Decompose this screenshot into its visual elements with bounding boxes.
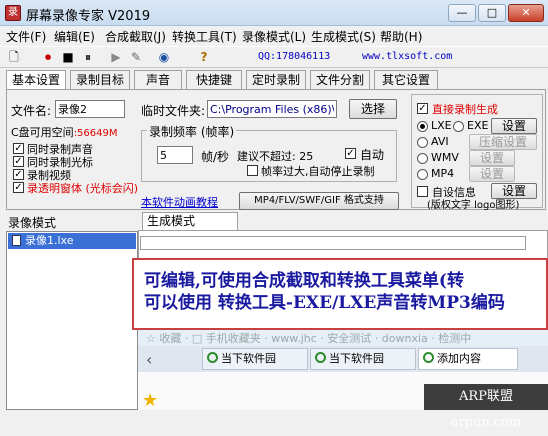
disk-space-value: :56649M: [73, 128, 118, 139]
temp-folder-label: 临时文件夹:: [141, 104, 206, 118]
browser-tab-3[interactable]: 添加内容: [418, 348, 518, 370]
close-button[interactable]: ✕: [508, 4, 544, 22]
compress-settings-button[interactable]: 压缩设置: [469, 134, 537, 150]
tab-generate-mode[interactable]: 生成模式: [142, 212, 238, 231]
browser-tab-2[interactable]: 当下软件园: [310, 348, 416, 370]
max-fps-hint: 建议不超过: 25: [237, 150, 314, 163]
tab-record-target[interactable]: 录制目标: [70, 70, 130, 90]
format-support-button[interactable]: MP4/FLV/SWF/GIF 格式支持: [239, 192, 399, 210]
help-icon[interactable]: ?: [196, 49, 212, 65]
avi-radio[interactable]: [417, 137, 428, 148]
fps-unit: 帧/秒: [201, 150, 230, 164]
lxe-radio[interactable]: [417, 121, 428, 132]
back-icon[interactable]: ‹: [146, 350, 152, 369]
lxe-settings-button[interactable]: 设置: [491, 118, 537, 134]
exe-label: EXE: [467, 119, 489, 132]
auto-stop-checkbox[interactable]: [247, 165, 258, 176]
browser-tab-icon: [207, 352, 218, 363]
wmv-label: WMV: [431, 151, 459, 164]
watermark: ARP联盟 arpun.com: [424, 384, 548, 430]
direct-generate-label: 直接录制生成: [432, 103, 498, 116]
title-bar: 录 屏幕录像专家 V2019 — □ ✕: [0, 0, 548, 26]
settings-panel: 文件名: 临时文件夹: 选择 C盘可用空间:56649M ✓ 同时录制声音 ✓ …: [6, 89, 546, 211]
window-title: 屏幕录像专家 V2019: [26, 9, 151, 24]
record-list-label: 录像模式: [8, 216, 57, 230]
tab-other-settings[interactable]: 其它设置: [374, 70, 438, 90]
transparent-window-checkbox[interactable]: ✓: [13, 182, 24, 193]
tab-sound[interactable]: 声音: [134, 70, 182, 90]
menu-compose-cut[interactable]: 合成截取(J): [105, 28, 166, 45]
new-file-icon[interactable]: 🗋: [6, 49, 22, 65]
tutorial-link[interactable]: 本软件动画教程: [141, 194, 218, 210]
choose-folder-button[interactable]: 选择: [349, 99, 397, 119]
pause-icon[interactable]: ⏸: [80, 49, 96, 65]
tab-hotkeys[interactable]: 快捷键: [186, 70, 242, 90]
file-icon: [12, 235, 21, 246]
menu-edit[interactable]: 编辑(E): [54, 28, 95, 45]
info-message-line-2: 可以使用 转换工具-EXE/LXE声音转MP3编码: [144, 293, 505, 313]
record-cursor-checkbox[interactable]: ✓: [13, 156, 24, 167]
record-list: 录像1.lxe: [6, 231, 138, 410]
mp4-radio[interactable]: [417, 169, 428, 180]
info-message-box: 可编辑,可使用合成截取和转换工具菜单(转 可以使用 转换工具-EXE/LXE声音…: [132, 258, 548, 330]
browser-bookmarks-bar: ☆ 收藏 · □ 手机收藏夹 · www.jhc · 安全测试 · downxi…: [138, 330, 548, 346]
tab-scheduled[interactable]: 定时录制: [246, 70, 306, 90]
auto-stop-label: 帧率过大,自动停止录制: [261, 165, 375, 178]
generate-input[interactable]: [140, 236, 526, 250]
browser-tab-1[interactable]: 当下软件园: [202, 348, 308, 370]
globe-icon[interactable]: ◉: [156, 49, 172, 65]
filename-label: 文件名:: [11, 104, 52, 118]
browser-tab-strip: ‹ 当下软件园 当下软件园 添加内容: [138, 346, 548, 372]
app-icon: 录: [5, 5, 21, 21]
menu-bar: 文件(F) 编辑(E) 合成截取(J) 转换工具(T) 录像模式(L) 生成模式…: [0, 26, 548, 46]
mp4-label: MP4: [431, 167, 455, 180]
auto-fps-label: 自动: [360, 148, 385, 162]
stop-icon[interactable]: ■: [60, 49, 76, 65]
exe-radio[interactable]: [453, 121, 464, 132]
transparent-window-label: 录透明窗体 (光标会闪): [27, 182, 139, 195]
wmv-settings-button[interactable]: 设置: [469, 150, 515, 166]
mp4-settings-button[interactable]: 设置: [469, 166, 515, 182]
avi-label: AVI: [431, 135, 449, 148]
temp-folder-input[interactable]: [207, 100, 337, 118]
direct-generate-checkbox[interactable]: ✓: [417, 103, 428, 114]
maximize-button[interactable]: □: [478, 4, 506, 22]
menu-record-mode[interactable]: 录像模式(L): [242, 28, 306, 45]
record-sound-checkbox[interactable]: ✓: [13, 143, 24, 154]
toolbar: 🗋 ⏺ ■ ⏸ ▶ ✎ ◉ ? QQ:178046113 www.tlxsoft…: [0, 46, 548, 68]
lxe-label: LXE: [431, 119, 452, 132]
wmv-radio[interactable]: [417, 153, 428, 164]
website-link[interactable]: www.tlxsoft.com: [362, 51, 452, 62]
record-icon[interactable]: ⏺: [40, 49, 56, 65]
filename-input[interactable]: [55, 100, 125, 118]
browser-tab-icon: [423, 352, 434, 363]
copyright-logo-note: (版权文字 logo图形): [427, 200, 520, 211]
minimize-button[interactable]: —: [448, 4, 476, 22]
menu-generate-mode[interactable]: 生成模式(S): [311, 28, 376, 45]
menu-convert-tools[interactable]: 转换工具(T): [172, 28, 237, 45]
disk-space-label: C盘可用空间:56649M: [11, 126, 118, 139]
fps-input[interactable]: [157, 146, 193, 164]
menu-file[interactable]: 文件(F): [6, 28, 46, 45]
list-item[interactable]: 录像1.lxe: [8, 233, 136, 249]
camera-icon[interactable]: ✎: [128, 49, 144, 65]
browser-tab-icon: [315, 352, 326, 363]
record-video-checkbox[interactable]: ✓: [13, 169, 24, 180]
frame-rate-title: 录制频率 (帧率): [147, 123, 237, 140]
settings-tabs: 基本设置 录制目标 声音 快捷键 定时录制 文件分割 其它设置: [6, 70, 546, 92]
menu-help[interactable]: 帮助(H): [380, 28, 422, 45]
star-icon[interactable]: ★: [142, 392, 164, 410]
auto-fps-checkbox[interactable]: ✓: [345, 148, 356, 159]
list-item-label: 录像1.lxe: [25, 234, 74, 247]
qq-contact: QQ:178046113: [258, 51, 331, 62]
tab-file-split[interactable]: 文件分割: [310, 70, 370, 90]
playback-icon[interactable]: ▶: [108, 49, 124, 65]
